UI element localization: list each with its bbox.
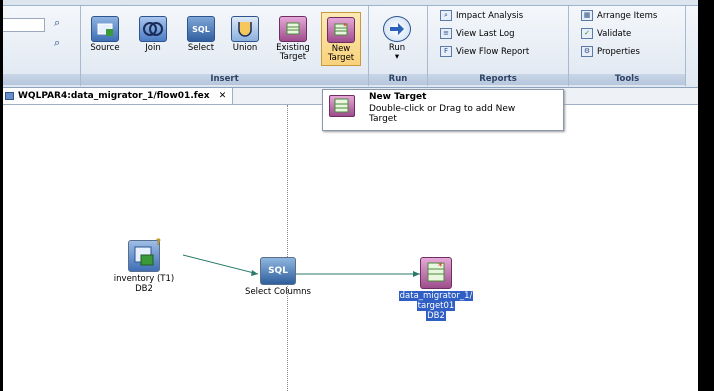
tools-group-label: Tools bbox=[569, 74, 685, 85]
properties-button[interactable]: ⚙ Properties bbox=[581, 44, 640, 59]
validate-label: Validate bbox=[597, 28, 632, 39]
tooltip-target-icon bbox=[329, 95, 355, 117]
partial-input[interactable] bbox=[0, 18, 45, 32]
flow-connectors bbox=[182, 254, 420, 277]
impact-analysis-icon: ⌕ bbox=[440, 10, 452, 21]
select-sql-icon: SQL bbox=[260, 257, 296, 285]
target-node-label-3: DB2 bbox=[426, 311, 446, 321]
check-icon: ✓ bbox=[581, 28, 593, 39]
source-label: Source bbox=[90, 43, 120, 53]
union-icon bbox=[231, 16, 259, 42]
join-button[interactable]: Join bbox=[133, 12, 173, 66]
view-last-log-button[interactable]: ≡ View Last Log bbox=[440, 26, 514, 41]
source-key-badge: ? bbox=[155, 238, 161, 248]
new-target-label-2: Target bbox=[327, 53, 355, 63]
select-label: Select bbox=[187, 43, 215, 53]
svg-text:*: * bbox=[438, 262, 443, 272]
source-node-label-2: DB2 bbox=[135, 284, 153, 294]
existing-target-icon bbox=[279, 16, 307, 42]
ribbon-group-tools: ▦ Arrange Items ✓ Validate ⚙ Properties … bbox=[569, 6, 686, 86]
existing-target-button[interactable]: Existing Target bbox=[273, 12, 313, 66]
run-dropdown-icon[interactable]: ▾ bbox=[377, 53, 417, 62]
new-target-tooltip: New Target Double-click or Drag to add N… bbox=[322, 89, 564, 131]
flow-canvas[interactable]: ? inventory (T1) DB2 SQL Select Columns … bbox=[0, 105, 698, 391]
ribbon-group-insert: Source Join SQL Select Union Existing Ta… bbox=[81, 6, 369, 86]
new-target-icon: * bbox=[327, 17, 355, 43]
source-node[interactable]: ? inventory (T1) DB2 bbox=[112, 238, 176, 294]
ribbon: ⌕ ⌕ Source Join SQL Select Union Existin… bbox=[0, 6, 714, 88]
impact-analysis-button[interactable]: ⌕ Impact Analysis bbox=[440, 8, 523, 23]
ribbon-group-left: ⌕ ⌕ bbox=[0, 6, 81, 86]
sql-icon: SQL bbox=[187, 16, 215, 42]
new-target-button[interactable]: * New Target bbox=[321, 12, 361, 66]
insert-group-label: Insert bbox=[81, 74, 368, 85]
flow-file-icon bbox=[5, 92, 14, 100]
left-border bbox=[0, 0, 3, 391]
tooltip-body-line-2: Target bbox=[369, 114, 397, 124]
ribbon-group-reports: ⌕ Impact Analysis ≡ View Last Log F View… bbox=[428, 6, 569, 86]
target-table-icon: * bbox=[420, 257, 452, 289]
right-border bbox=[698, 0, 714, 391]
tooltip-title: New Target bbox=[369, 92, 427, 102]
view-flow-report-label: View Flow Report bbox=[456, 46, 530, 57]
log-icon: ≡ bbox=[440, 28, 452, 39]
application-window: ⌕ ⌕ Source Join SQL Select Union Existin… bbox=[0, 0, 714, 391]
tooltip-body-line-1: Double-click or Drag to add New bbox=[369, 104, 516, 114]
arrange-icon: ▦ bbox=[581, 10, 593, 21]
ribbon-group-left-label bbox=[0, 74, 80, 85]
select-columns-node[interactable]: SQL Select Columns bbox=[240, 257, 316, 297]
target-node[interactable]: * data_migrator_1/ target01 DB2 bbox=[395, 257, 477, 321]
tab-flow01[interactable]: WQLPAR4:data_migrator_1/flow01.fex ✕ bbox=[0, 88, 234, 104]
run-arrow-icon bbox=[383, 16, 411, 42]
existing-target-label-2: Target bbox=[279, 52, 307, 62]
source-node-label-1: inventory (T1) bbox=[113, 274, 175, 284]
select-columns-label: Select Columns bbox=[245, 287, 311, 297]
arrange-items-button[interactable]: ▦ Arrange Items bbox=[581, 8, 657, 23]
target-node-label-2: target01 bbox=[416, 301, 456, 311]
view-last-log-label: View Last Log bbox=[456, 28, 515, 39]
join-label: Join bbox=[145, 43, 161, 53]
svg-text:*: * bbox=[343, 22, 347, 31]
ribbon-group-run: Run ▾ Run bbox=[369, 6, 428, 86]
impact-analysis-label: Impact Analysis bbox=[456, 10, 524, 21]
union-button[interactable]: Union bbox=[225, 12, 265, 66]
union-label: Union bbox=[232, 43, 258, 53]
arrange-items-label: Arrange Items bbox=[597, 10, 658, 21]
source-button[interactable]: Source bbox=[85, 12, 125, 66]
view-flow-report-button[interactable]: F View Flow Report bbox=[440, 44, 529, 59]
source-db-icon: ? bbox=[128, 238, 161, 272]
validate-button[interactable]: ✓ Validate bbox=[581, 26, 631, 41]
find-icon[interactable]: ⌕ bbox=[54, 16, 60, 30]
reports-group-label: Reports bbox=[428, 74, 568, 85]
tab-title: WQLPAR4:data_migrator_1/flow01.fex bbox=[18, 91, 210, 101]
join-icon bbox=[139, 16, 167, 42]
run-group-label: Run bbox=[369, 74, 427, 85]
tooltip-body: Double-click or Drag to add New Target bbox=[369, 104, 515, 124]
find-next-icon[interactable]: ⌕ bbox=[54, 36, 60, 50]
source-icon bbox=[91, 16, 119, 42]
tab-close-icon[interactable]: ✕ bbox=[219, 91, 227, 101]
target-node-label-1: data_migrator_1/ bbox=[398, 291, 474, 301]
report-icon: F bbox=[440, 46, 452, 57]
select-button[interactable]: SQL Select bbox=[181, 12, 221, 66]
properties-label: Properties bbox=[597, 46, 640, 57]
run-button[interactable]: Run ▾ bbox=[377, 12, 417, 66]
properties-icon: ⚙ bbox=[581, 46, 593, 57]
